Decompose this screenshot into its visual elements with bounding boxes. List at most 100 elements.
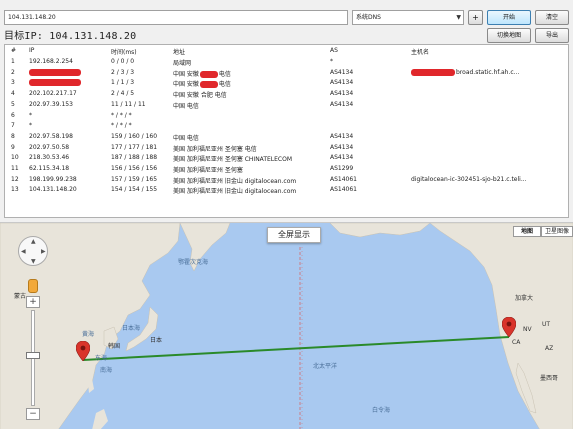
header-ip[interactable]: IP: [29, 47, 109, 54]
map-canvas: [0, 223, 573, 429]
switch-map-button[interactable]: 切换地图: [487, 28, 531, 43]
row-time: 1 / 1 / 3: [111, 79, 135, 87]
row-hostname: digitalocean-ic-302451-sjo-b21.c.teli...: [411, 175, 527, 183]
pan-right-icon[interactable]: ▶: [41, 248, 46, 255]
row-ip: 198.199.99.238: [29, 175, 77, 183]
row-location: 美国 加利福尼亚州 圣何塞: [173, 167, 243, 174]
start-button[interactable]: 开始: [487, 10, 531, 25]
map-label-az: AZ: [545, 345, 554, 352]
row-ip: [29, 79, 109, 87]
row-time: 11 / 11 / 11: [111, 100, 146, 108]
route-map[interactable]: 全屏显示 地图 卫星图像 ▲ ▼ ◀ ▶ + − 鄂霍次克海 日本海 韩国 日本…: [0, 222, 573, 429]
table-row[interactable]: 10 218.30.53.46 187 / 188 / 188 美国 加利福尼亚州 圣…: [5, 153, 568, 163]
map-label-korea: 韩国: [108, 343, 121, 350]
table-row[interactable]: 11 62.115.34.18 156 / 156 / 156 美国 加利福尼亚州 圣…: [5, 164, 568, 174]
table-row[interactable]: 6 * * / * / *: [5, 111, 568, 121]
zoom-control[interactable]: + −: [26, 296, 40, 421]
dns-select[interactable]: 系统DNS ▼: [352, 10, 464, 25]
row-time: * / * / *: [111, 111, 132, 119]
row-hostname: broad.static.hf.ah.c...: [411, 68, 567, 76]
row-ip: [29, 68, 109, 76]
row-as: AS14061: [330, 186, 357, 194]
destination-marker-icon[interactable]: [502, 317, 516, 337]
header-index[interactable]: #: [11, 47, 25, 54]
row-time: 156 / 156 / 156: [111, 165, 158, 172]
row-as: AS14061: [330, 175, 357, 183]
row-as: AS4134: [330, 132, 354, 140]
row-as: AS1299: [330, 165, 354, 172]
header-as[interactable]: AS: [330, 47, 400, 54]
table-row[interactable]: 7 * * / * / *: [5, 121, 568, 131]
row-ip: 192.168.2.254: [29, 58, 73, 65]
clear-button[interactable]: 清空: [535, 10, 569, 25]
redacted-city-mark: [199, 70, 218, 78]
header-time[interactable]: 时间(ms): [111, 47, 171, 56]
origin-marker-icon[interactable]: [76, 341, 90, 361]
table-row[interactable]: 9 202.97.50.58 177 / 177 / 181 美国 加利福尼亚州 圣何…: [5, 143, 568, 153]
row-location: 中国 电信: [173, 102, 199, 110]
street-view-pegman-icon[interactable]: [28, 279, 38, 293]
row-index: 9: [11, 143, 15, 151]
row-ip: *: [29, 122, 32, 130]
map-label-mongolia: 蒙古: [14, 293, 27, 300]
table-header: # IP 时间(ms) 地址 AS 主机名: [5, 46, 568, 56]
row-location: 中国 电信: [173, 134, 199, 142]
target-ip-input[interactable]: 104.131.148.20: [4, 10, 348, 25]
map-type-satellite-button[interactable]: 卫星图像: [541, 226, 573, 237]
map-label-japan: 日本: [150, 337, 163, 344]
export-button[interactable]: 导出: [535, 28, 569, 43]
table-row[interactable]: 2 2 / 3 / 3 中国 安徽 电信 AS4134 broad.static.hf.a…: [5, 68, 568, 78]
row-ip: 202.97.50.58: [29, 143, 70, 151]
row-location: 中国 安徽 合肥 电信: [173, 92, 227, 100]
row-as: AS4134: [330, 68, 354, 76]
table-row[interactable]: 3 1 / 1 / 3 中国 安徽 电信 AS4134: [5, 78, 568, 89]
map-type-map-button[interactable]: 地图: [513, 226, 541, 237]
map-label-ut: UT: [542, 321, 551, 328]
row-time: * / * / *: [111, 122, 132, 130]
row-index: 10: [11, 154, 19, 162]
table-row[interactable]: 13 104.131.148.20 154 / 154 / 155 美国 加利福尼亚州…: [5, 185, 568, 195]
header-hostname[interactable]: 主机名: [411, 47, 567, 56]
map-label-japan-sea: 日本海: [122, 325, 141, 332]
row-location: 美国 加利福尼亚州 圣何塞 CHINATELECOM: [173, 156, 292, 164]
row-time: 2 / 4 / 5: [111, 90, 135, 98]
row-ip: 202.97.39.153: [29, 100, 73, 108]
row-time: 154 / 154 / 155: [111, 186, 158, 194]
redacted-ip-mark: [29, 68, 81, 76]
row-ip: 104.131.148.20: [29, 186, 77, 194]
zoom-slider-thumb[interactable]: [26, 352, 40, 359]
row-index: 1: [11, 58, 15, 65]
row-index: 13: [11, 186, 19, 194]
dns-select-value: 系统DNS: [356, 14, 381, 21]
map-label-bering: 白令海: [372, 407, 391, 414]
row-index: 8: [11, 132, 15, 140]
toolbar: 104.131.148.20 系统DNS ▼ + 开始 清空 目标IP: 104…: [0, 0, 573, 44]
table-row[interactable]: 5 202.97.39.153 11 / 11 / 11 中国 电信 AS4134: [5, 100, 568, 110]
table-row[interactable]: 12 198.199.99.238 157 / 159 / 165 美国 加利福尼亚州…: [5, 175, 568, 185]
row-as: AS4134: [330, 100, 354, 108]
pan-up-icon[interactable]: ▲: [31, 238, 36, 245]
map-label-yellow-sea: 黄海: [82, 331, 95, 338]
row-as: AS4134: [330, 143, 354, 151]
pan-left-icon[interactable]: ◀: [21, 248, 26, 255]
row-location: 中国 安徽 电信: [173, 70, 231, 78]
row-as: *: [330, 58, 333, 65]
row-as: AS4134: [330, 154, 354, 162]
add-button[interactable]: +: [468, 10, 483, 25]
zoom-in-button[interactable]: +: [26, 296, 40, 308]
zoom-out-button[interactable]: −: [26, 408, 40, 420]
map-label-nv: NV: [523, 326, 532, 333]
pan-control[interactable]: ▲ ▼ ◀ ▶: [18, 236, 48, 266]
table-row[interactable]: 8 202.97.58.198 159 / 160 / 160 中国 电信 AS4134: [5, 132, 568, 142]
target-ip-label: 目标IP: 104.131.148.20: [4, 31, 137, 42]
table-row[interactable]: 4 202.102.217.17 2 / 4 / 5 中国 安徽 合肥 电信 AS413…: [5, 89, 568, 99]
header-location[interactable]: 地址: [173, 47, 323, 56]
redacted-host-mark: [411, 68, 455, 76]
row-index: 5: [11, 100, 15, 108]
redacted-city-mark: [199, 81, 218, 89]
fullscreen-button[interactable]: 全屏显示: [267, 227, 321, 243]
table-row[interactable]: 1 192.168.2.254 0 / 0 / 0 局域网 *: [5, 57, 568, 67]
row-as: AS4134: [330, 90, 354, 98]
pan-down-icon[interactable]: ▼: [31, 258, 36, 265]
row-index: 4: [11, 90, 15, 98]
